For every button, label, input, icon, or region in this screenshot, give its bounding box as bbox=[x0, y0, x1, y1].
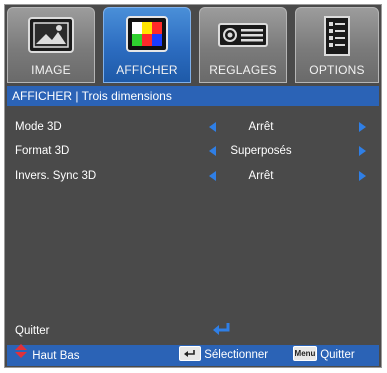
tab-image[interactable]: IMAGE bbox=[7, 7, 95, 83]
quit-hint-label: Quitter bbox=[320, 349, 355, 361]
menu-label: Invers. Sync 3D bbox=[15, 170, 97, 182]
picture-frame-icon bbox=[26, 14, 76, 61]
tab-image-label: IMAGE bbox=[31, 63, 71, 77]
enter-key-icon bbox=[179, 346, 201, 362]
nav-hint-label: Haut Bas bbox=[32, 350, 80, 363]
page-title: AFFICHER | Trois dimensions bbox=[7, 86, 379, 106]
tab-afficher-label: AFFICHER bbox=[116, 63, 178, 77]
up-down-arrow-icon bbox=[13, 343, 29, 367]
tab-reglages-label: REGLAGES bbox=[209, 63, 277, 77]
arrow-right-icon[interactable] bbox=[359, 122, 366, 132]
menu-value: Arrêt bbox=[248, 170, 274, 182]
quit-hint: Menu Quitter bbox=[293, 345, 355, 366]
tab-bar: IMAGE AFFICHER REGLAGES OPTIONS bbox=[7, 7, 379, 85]
tab-reglages[interactable]: REGLAGES bbox=[199, 7, 287, 83]
quit-item[interactable]: Quitter bbox=[15, 325, 50, 337]
nav-hint: Haut Bas bbox=[13, 343, 80, 367]
osd-menu: IMAGE AFFICHER REGLAGES OPTIONS AFFICHER… bbox=[4, 4, 382, 368]
menu-value: Arrêt bbox=[248, 121, 274, 133]
enter-arrow-icon[interactable] bbox=[211, 321, 233, 342]
tab-options[interactable]: OPTIONS bbox=[295, 7, 379, 83]
projector-icon bbox=[215, 14, 271, 61]
tab-options-label: OPTIONS bbox=[309, 63, 365, 77]
menu-label: Mode 3D bbox=[15, 121, 62, 133]
select-hint-label: Sélectionner bbox=[204, 349, 269, 361]
menu-row-invers-sync-3d[interactable]: Invers. Sync 3D Arrêt bbox=[7, 166, 379, 186]
checklist-icon bbox=[320, 14, 354, 63]
menu-key-icon: Menu bbox=[293, 346, 317, 362]
arrow-right-icon[interactable] bbox=[359, 146, 366, 156]
footer-bar: Haut Bas Sélectionner Menu Quitter bbox=[7, 343, 379, 367]
tab-afficher[interactable]: AFFICHER bbox=[103, 7, 191, 83]
menu-value: Superposés bbox=[230, 145, 292, 157]
menu-row-format-3d[interactable]: Format 3D Superposés bbox=[7, 141, 379, 161]
arrow-right-icon[interactable] bbox=[359, 171, 366, 181]
menu-row-mode-3d[interactable]: Mode 3D Arrêt bbox=[7, 117, 379, 137]
select-hint: Sélectionner bbox=[179, 345, 268, 366]
color-bars-display-icon bbox=[124, 14, 170, 61]
menu-label: Format 3D bbox=[15, 145, 70, 157]
